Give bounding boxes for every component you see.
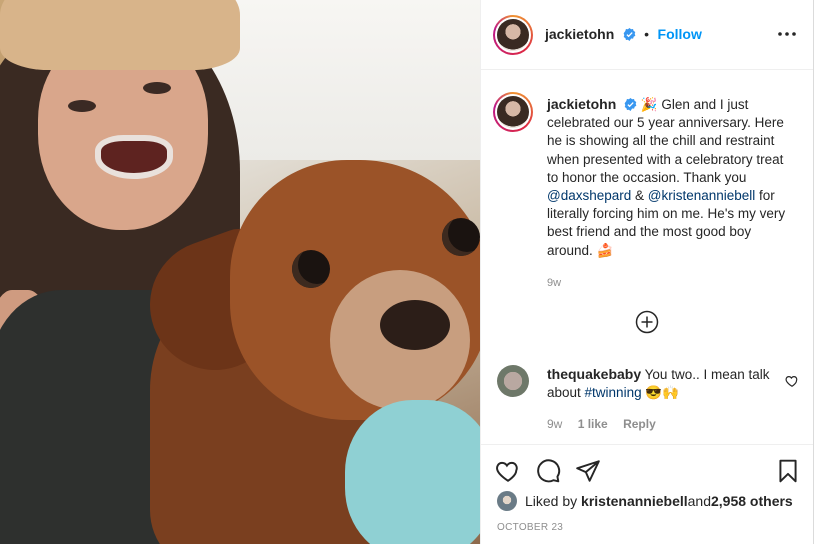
liker-username[interactable]: kristenanniebell <box>581 493 688 509</box>
comment-text: thequakebaby You two.. I mean talk about… <box>547 365 772 402</box>
verified-badge-icon <box>624 98 637 111</box>
caption-timestamp[interactable]: 9w <box>547 274 787 292</box>
dog-toy <box>345 400 480 544</box>
comment-meta: 9w 1 like Reply <box>547 417 668 431</box>
dog-eye-left <box>292 250 330 288</box>
verified-badge-icon <box>623 28 636 41</box>
bookmark-icon[interactable] <box>775 458 801 484</box>
liker-avatar[interactable] <box>497 491 517 511</box>
cake-emoji: 🍰 <box>596 242 614 258</box>
header-user-line: jackietohn • Follow <box>545 26 702 44</box>
comment-emoji: 😎🙌 <box>645 385 679 401</box>
post-caption: jackietohn 🎉 Glen and I just celebrated … <box>547 95 787 292</box>
caption-avatar[interactable] <box>493 92 533 132</box>
dog-nose <box>380 300 450 350</box>
comment-timestamp[interactable]: 9w <box>547 417 562 431</box>
commenter-username[interactable]: thequakebaby <box>547 366 641 382</box>
follow-button[interactable]: Follow <box>658 26 702 42</box>
likes-summary: Liked by kristenanniebell and 2,958 othe… <box>497 490 793 512</box>
woman-cap <box>0 0 240 70</box>
post-date[interactable]: OCTOBER 23 <box>497 522 563 533</box>
likes-middle: and <box>687 493 711 509</box>
caption-text-2: & <box>631 188 648 204</box>
hashtag-twinning[interactable]: #twinning <box>585 385 642 400</box>
mention-kristenanniebell[interactable]: @kristenanniebell <box>648 188 756 203</box>
likes-prefix: Liked by <box>525 493 578 509</box>
header-separator: • <box>644 26 650 42</box>
comment-like-count[interactable]: 1 like <box>578 417 608 431</box>
paper-plane-icon[interactable] <box>575 458 601 484</box>
heart-icon[interactable] <box>785 374 799 388</box>
heart-icon[interactable] <box>495 458 521 484</box>
action-bar <box>481 444 813 494</box>
party-emoji: 🎉 <box>640 97 658 112</box>
mention-daxshepard[interactable]: @daxshepard <box>547 188 631 203</box>
more-horizontal-icon[interactable] <box>777 26 797 42</box>
plus-circle-icon[interactable] <box>635 310 659 334</box>
caption-username[interactable]: jackietohn <box>547 96 616 112</box>
post-photo[interactable] <box>0 0 480 544</box>
header-username[interactable]: jackietohn <box>545 26 614 42</box>
post-header: jackietohn • Follow <box>481 0 813 70</box>
commenter-avatar[interactable] <box>497 365 529 397</box>
author-avatar[interactable] <box>493 15 533 55</box>
dog-eye-right <box>442 218 480 256</box>
woman-eye-left <box>68 100 96 112</box>
woman-mouth <box>95 135 173 179</box>
likes-others[interactable]: 2,958 others <box>711 493 793 509</box>
woman-eye-right <box>143 82 171 94</box>
post-details-panel: jackietohn • Follow jackietohn 🎉 Glen an… <box>480 0 814 544</box>
comment-bubble-icon[interactable] <box>535 458 561 484</box>
reply-button[interactable]: Reply <box>623 417 656 431</box>
